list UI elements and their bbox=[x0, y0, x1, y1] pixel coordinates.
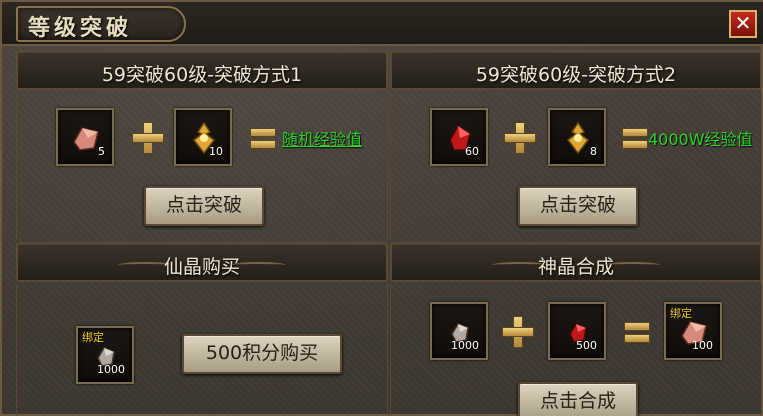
result-label: 随机经验值 bbox=[282, 130, 363, 149]
buy-with-points-button[interactable]: 500积分购买 bbox=[182, 334, 342, 374]
plus-icon bbox=[132, 122, 164, 154]
panel-title: 神晶合成 bbox=[537, 256, 614, 278]
item-slot[interactable]: 500 bbox=[548, 302, 606, 360]
panel-header: 59突破60级-突破方式2 bbox=[390, 50, 762, 90]
crystal-shop-panel: 仙晶购买 绑定 1000 500积分购买 bbox=[16, 242, 388, 416]
item-quantity: 1000 bbox=[97, 363, 125, 376]
panel-header: 59突破60级-突破方式1 bbox=[16, 50, 388, 90]
equals-icon bbox=[622, 128, 648, 149]
close-button[interactable]: ✕ bbox=[729, 10, 757, 38]
item-quantity: 60 bbox=[465, 145, 479, 158]
panel-title: 59突破60级-突破方式1 bbox=[101, 64, 303, 86]
title-bar: 等级突破 ✕ bbox=[2, 2, 763, 46]
plus-icon bbox=[504, 122, 536, 154]
crystal-synthesis-panel: 神晶合成 1000 500 绑定 100 点击合成 bbox=[390, 242, 762, 416]
item-quantity: 100 bbox=[692, 339, 713, 352]
scroll-ornament bbox=[231, 262, 286, 268]
item-slot[interactable]: 绑定 1000 bbox=[76, 326, 134, 384]
item-slot[interactable]: 60 bbox=[430, 108, 488, 166]
item-slot[interactable]: 8 bbox=[548, 108, 606, 166]
breakthrough-panel-2: 59突破60级-突破方式2 60 8 4000W经验值 点击突破 bbox=[390, 50, 762, 240]
panel-header: 神晶合成 bbox=[390, 242, 762, 282]
result-label: 4000W经验值 bbox=[648, 130, 753, 149]
equals-icon bbox=[624, 322, 650, 343]
item-quantity: 10 bbox=[209, 145, 223, 158]
synthesize-button[interactable]: 点击合成 bbox=[518, 382, 638, 416]
breakthrough-panel-1: 59突破60级-突破方式1 5 10 随机经验值 点击突破 bbox=[16, 50, 388, 240]
scroll-ornament bbox=[605, 262, 660, 268]
breakthrough-button-1[interactable]: 点击突破 bbox=[144, 186, 264, 226]
level-breakthrough-window: 等级突破 ✕ 59突破60级-突破方式1 5 10 随机经验值 点击突破 59突… bbox=[0, 0, 763, 416]
window-title: 等级突破 bbox=[28, 16, 133, 41]
item-slot[interactable]: 5 bbox=[56, 108, 114, 166]
result-item-slot[interactable]: 绑定 100 bbox=[664, 302, 722, 360]
item-quantity: 500 bbox=[576, 339, 597, 352]
item-slot[interactable]: 1000 bbox=[430, 302, 488, 360]
equals-icon bbox=[250, 128, 276, 149]
item-quantity: 8 bbox=[590, 145, 597, 158]
plus-icon bbox=[502, 316, 534, 348]
breakthrough-button-2[interactable]: 点击突破 bbox=[518, 186, 638, 226]
item-quantity: 1000 bbox=[451, 339, 479, 352]
item-slot[interactable]: 10 bbox=[174, 108, 232, 166]
panel-title: 仙晶购买 bbox=[163, 256, 240, 278]
item-quantity: 5 bbox=[98, 145, 105, 158]
panel-title: 59突破60级-突破方式2 bbox=[475, 64, 677, 86]
panel-header: 仙晶购买 bbox=[16, 242, 388, 282]
